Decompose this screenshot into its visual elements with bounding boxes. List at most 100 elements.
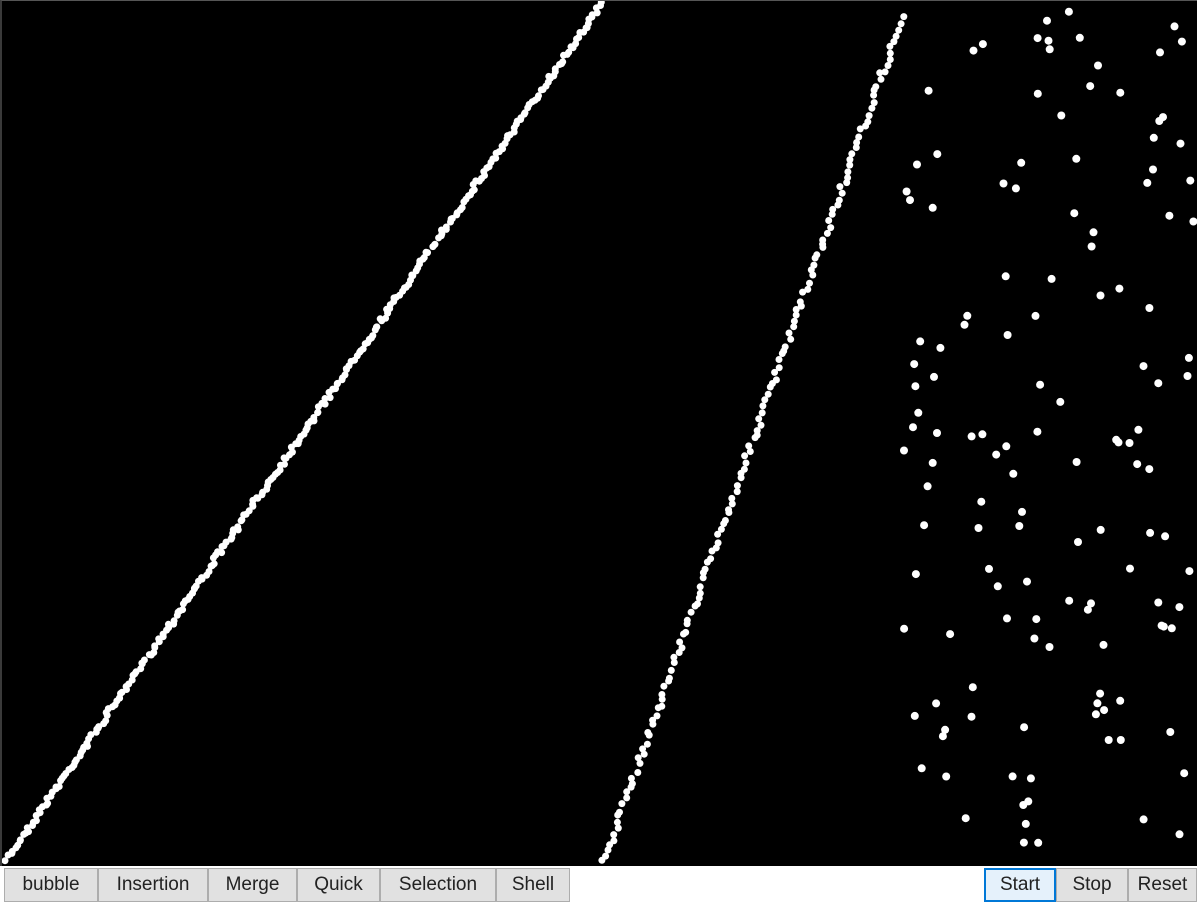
data-point bbox=[1170, 22, 1179, 31]
data-point bbox=[707, 555, 715, 563]
data-point bbox=[1180, 769, 1189, 778]
data-point bbox=[1002, 442, 1011, 451]
data-point bbox=[1045, 45, 1054, 54]
data-point bbox=[559, 58, 567, 66]
data-point bbox=[667, 666, 675, 674]
start-button[interactable]: Start bbox=[984, 868, 1056, 902]
data-point bbox=[836, 183, 844, 191]
data-point bbox=[1115, 284, 1124, 293]
data-point bbox=[618, 800, 626, 808]
data-point bbox=[1086, 82, 1095, 91]
data-point bbox=[848, 150, 856, 158]
data-point bbox=[1070, 209, 1079, 218]
data-point bbox=[759, 402, 767, 410]
data-point bbox=[1075, 33, 1084, 42]
data-point bbox=[610, 837, 618, 845]
data-point bbox=[1087, 242, 1096, 251]
merge-sort-button[interactable]: Merge bbox=[208, 868, 297, 902]
dot-plot bbox=[2, 1, 1197, 865]
data-point bbox=[1045, 643, 1054, 651]
data-point bbox=[895, 26, 903, 34]
data-point bbox=[1093, 699, 1102, 708]
data-point bbox=[974, 524, 983, 532]
data-point bbox=[431, 240, 439, 248]
data-point bbox=[1104, 736, 1113, 744]
data-point bbox=[1019, 801, 1028, 809]
data-point bbox=[775, 364, 783, 372]
data-point bbox=[960, 320, 969, 329]
data-point bbox=[1186, 176, 1195, 185]
data-point bbox=[804, 285, 812, 293]
data-point bbox=[923, 482, 932, 491]
bubble-sort-button[interactable]: bubble bbox=[4, 868, 98, 902]
data-point bbox=[733, 488, 741, 496]
data-point bbox=[1064, 7, 1073, 16]
data-point bbox=[796, 298, 804, 306]
data-point bbox=[992, 450, 1001, 459]
data-point bbox=[1116, 696, 1125, 705]
selection-sort-button[interactable]: Selection bbox=[380, 868, 496, 902]
data-point bbox=[721, 517, 729, 524]
data-point bbox=[1189, 217, 1197, 226]
data-point bbox=[781, 343, 789, 351]
data-point bbox=[1125, 439, 1134, 447]
data-point bbox=[917, 764, 926, 773]
data-point bbox=[660, 682, 668, 690]
data-point bbox=[616, 808, 623, 816]
data-point bbox=[314, 409, 322, 417]
data-point bbox=[1175, 603, 1184, 612]
data-point bbox=[900, 624, 909, 633]
data-point bbox=[930, 372, 938, 381]
data-point bbox=[1011, 184, 1020, 193]
data-point bbox=[740, 465, 748, 473]
data-point bbox=[911, 570, 920, 579]
data-point bbox=[1114, 438, 1123, 447]
data-point bbox=[234, 523, 242, 531]
data-point bbox=[932, 699, 941, 708]
data-point bbox=[946, 630, 955, 639]
data-point bbox=[281, 460, 288, 468]
data-point bbox=[785, 329, 793, 337]
data-point bbox=[1033, 427, 1042, 436]
data-point bbox=[838, 189, 846, 197]
data-point bbox=[210, 560, 218, 568]
data-point bbox=[658, 691, 666, 698]
data-point bbox=[1096, 525, 1105, 534]
data-point bbox=[627, 774, 635, 782]
data-point bbox=[1167, 624, 1176, 633]
data-point bbox=[967, 432, 976, 441]
data-point bbox=[741, 452, 749, 460]
data-point bbox=[963, 311, 972, 320]
data-point bbox=[827, 224, 835, 232]
data-point bbox=[1044, 36, 1053, 45]
data-point bbox=[696, 589, 704, 597]
data-point bbox=[728, 494, 736, 502]
data-point bbox=[1020, 723, 1029, 732]
toolbar: bubble Insertion Merge Quick Selection S… bbox=[0, 866, 1197, 904]
shell-sort-button[interactable]: Shell bbox=[496, 868, 570, 902]
data-point bbox=[909, 423, 917, 432]
data-point bbox=[806, 279, 813, 287]
quick-sort-button[interactable]: Quick bbox=[297, 868, 380, 902]
data-point bbox=[1183, 372, 1192, 380]
data-point bbox=[1074, 538, 1082, 546]
data-point bbox=[1017, 158, 1026, 167]
data-point bbox=[877, 75, 885, 83]
data-point bbox=[696, 583, 704, 591]
data-point bbox=[1116, 736, 1125, 744]
data-point bbox=[1133, 460, 1142, 469]
data-point bbox=[1083, 605, 1092, 614]
data-point bbox=[1156, 48, 1164, 57]
data-point bbox=[725, 506, 732, 514]
insertion-sort-button[interactable]: Insertion bbox=[98, 868, 208, 902]
stop-button[interactable]: Stop bbox=[1056, 868, 1128, 902]
data-point bbox=[969, 46, 978, 55]
reset-button[interactable]: Reset bbox=[1128, 868, 1197, 902]
data-point bbox=[745, 442, 753, 450]
data-point bbox=[928, 203, 937, 212]
data-point bbox=[790, 317, 798, 325]
data-point bbox=[653, 712, 661, 720]
data-point bbox=[772, 376, 780, 384]
data-point bbox=[1003, 331, 1012, 339]
data-point bbox=[755, 415, 763, 423]
